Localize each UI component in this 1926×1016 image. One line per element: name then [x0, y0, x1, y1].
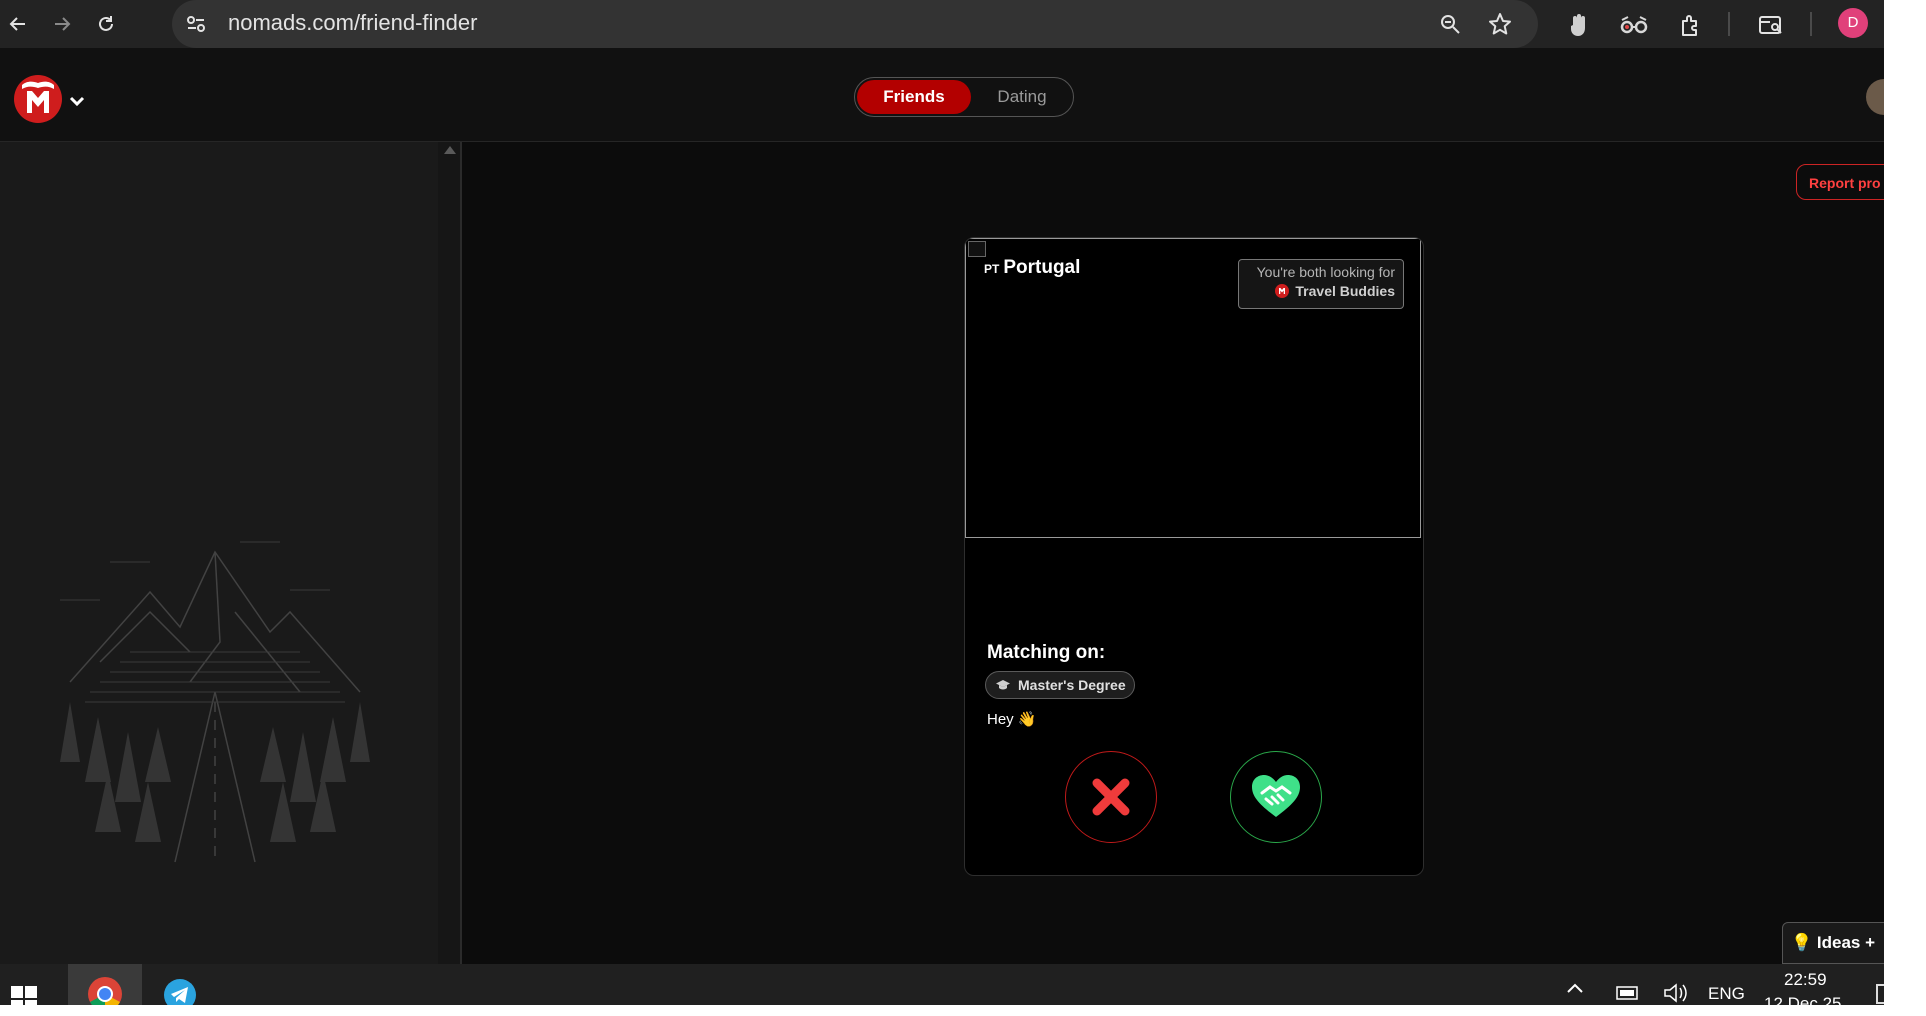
chrome-taskbar-icon[interactable]: [68, 964, 142, 1005]
bookmark-star-icon[interactable]: [1484, 8, 1516, 40]
reject-button[interactable]: [1065, 751, 1157, 843]
profile-card: PT Portugal You're both looking for Trave…: [964, 237, 1424, 876]
zoom-icon[interactable]: [1434, 8, 1466, 40]
app-header: Friends Dating: [0, 48, 1884, 142]
lightbulb-icon: 💡: [1791, 933, 1813, 952]
ideas-label: Ideas +: [1816, 933, 1876, 952]
profile-location: PT Portugal: [984, 257, 1080, 279]
browser-profile-avatar[interactable]: D: [1838, 8, 1868, 38]
country-name: Portugal: [1003, 257, 1081, 278]
tab-friends[interactable]: Friends: [857, 80, 971, 114]
sidebar-scrollbar[interactable]: [438, 142, 462, 964]
mountain-forest-illustration: [60, 541, 370, 863]
chevron-down-icon[interactable]: [66, 90, 88, 112]
sidebar: [0, 142, 438, 964]
language-indicator[interactable]: ENG: [1708, 984, 1745, 1004]
looking-for-badge: You're both looking for Travel Buddies: [1238, 259, 1404, 309]
nomads-logo[interactable]: [14, 75, 62, 123]
battery-icon[interactable]: [1614, 984, 1640, 1002]
url-text[interactable]: nomads.com/friend-finder: [228, 0, 477, 46]
profile-photo[interactable]: PT Portugal You're both looking for Trave…: [965, 238, 1421, 538]
site-info-icon[interactable]: [180, 8, 212, 40]
clock-time[interactable]: 22:59: [1784, 970, 1827, 990]
main-content: Report pro PT Portugal You're both lookin…: [462, 142, 1884, 964]
reload-icon[interactable]: [90, 8, 122, 40]
matching-on-title: Matching on:: [987, 642, 1106, 663]
toolbar-divider: [1728, 12, 1730, 36]
extension-glasses-icon[interactable]: [1617, 8, 1651, 42]
extensions-puzzle-icon[interactable]: [1674, 8, 1708, 42]
profile-greeting: Hey 👋: [987, 711, 1037, 728]
browser-toolbar: nomads.com/friend-finder D: [0, 0, 1884, 48]
volume-icon[interactable]: [1662, 982, 1688, 1004]
close-icon: [1092, 778, 1130, 816]
match-tag: Master's Degree: [985, 671, 1135, 699]
tab-search-icon[interactable]: [1754, 8, 1788, 42]
toolbar-divider: [1810, 12, 1812, 36]
telegram-taskbar-icon[interactable]: [160, 964, 200, 1005]
extension-hand-icon[interactable]: [1562, 8, 1596, 42]
looking-for-label: You're both looking for: [1256, 264, 1395, 280]
graduation-cap-icon: [996, 680, 1010, 690]
heart-handshake-icon: [1252, 775, 1300, 817]
match-button[interactable]: [1230, 751, 1322, 843]
clock-date[interactable]: 12 Dec 25: [1764, 994, 1842, 1005]
chevron-up-icon[interactable]: [1566, 982, 1584, 994]
match-tag-label: Master's Degree: [1018, 677, 1126, 693]
windows-taskbar: ENG 22:59 12 Dec 25: [0, 964, 1884, 1005]
notification-icon[interactable]: [1876, 984, 1884, 1004]
looking-for-value-text: Travel Buddies: [1295, 283, 1395, 299]
mode-toggle: Friends Dating: [854, 77, 1074, 117]
travel-buddies-icon: [1275, 284, 1290, 298]
address-bar[interactable]: nomads.com/friend-finder: [172, 0, 1538, 48]
scroll-up-arrow-icon[interactable]: [444, 146, 456, 154]
looking-for-value: Travel Buddies: [1247, 283, 1395, 299]
screen: nomads.com/friend-finder D Friends Datin…: [0, 0, 1884, 1005]
tab-dating[interactable]: Dating: [977, 80, 1067, 114]
broken-image-icon: [968, 241, 986, 257]
user-avatar[interactable]: [1866, 79, 1884, 115]
back-arrow-icon[interactable]: [2, 8, 34, 40]
country-code: PT: [984, 262, 1000, 276]
report-profile-button[interactable]: Report pro: [1796, 164, 1884, 200]
ideas-button[interactable]: 💡 Ideas +: [1782, 922, 1884, 964]
windows-start-icon[interactable]: [6, 964, 42, 1005]
forward-arrow-icon[interactable]: [46, 8, 78, 40]
